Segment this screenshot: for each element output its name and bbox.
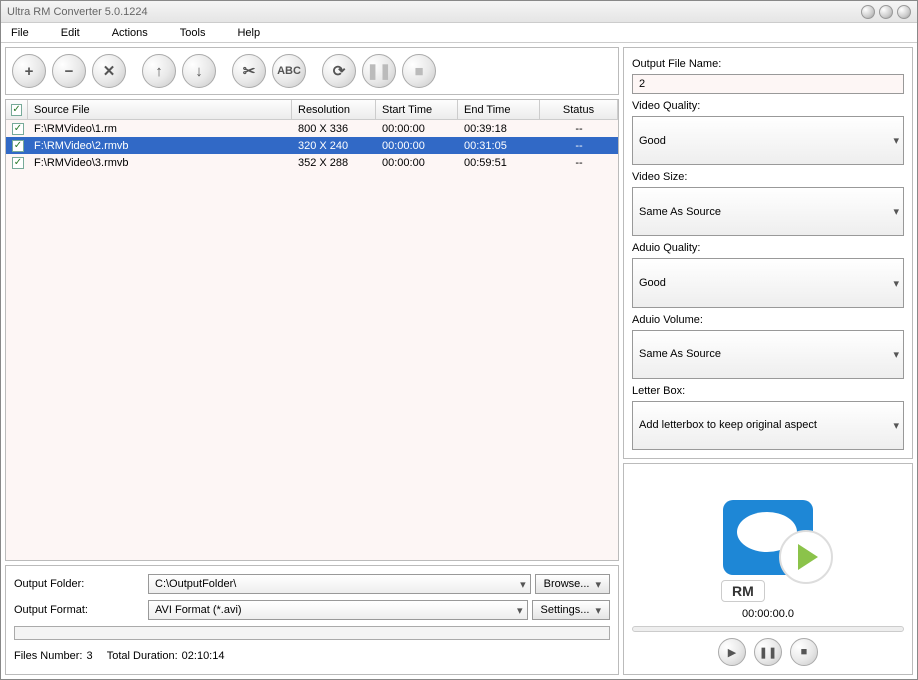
row-checkbox[interactable]: ✓ — [6, 156, 28, 169]
table-row[interactable]: ✓F:\RMVideo\2.rmvb320 X 24000:00:0000:31… — [6, 137, 618, 154]
cell-end: 00:31:05 — [458, 140, 540, 152]
preview-slider[interactable] — [632, 626, 904, 632]
row-checkbox[interactable]: ✓ — [6, 122, 28, 135]
window-title: Ultra RM Converter 5.0.1224 — [7, 6, 857, 18]
settings-form: Output File Name: 2 Video Quality: Good … — [623, 47, 913, 459]
row-checkbox[interactable]: ✓ — [6, 139, 28, 152]
total-duration-value: 02:10:14 — [182, 650, 225, 662]
move-up-button[interactable]: ↑ — [142, 54, 176, 88]
header-resolution[interactable]: Resolution — [292, 100, 376, 119]
cell-status: -- — [540, 123, 618, 135]
output-panel: Output Folder: C:\OutputFolder\ Browse..… — [5, 565, 619, 675]
progress-bar — [14, 626, 610, 640]
output-format-label: Output Format: — [14, 604, 144, 616]
menubar: File Edit Actions Tools Help — [1, 23, 917, 43]
cell-source: F:\RMVideo\3.rmvb — [28, 157, 292, 169]
cell-status: -- — [540, 157, 618, 169]
audio-volume-select[interactable]: Same As Source — [632, 330, 904, 379]
menu-edit[interactable]: Edit — [61, 27, 80, 39]
cell-resolution: 800 X 336 — [292, 123, 376, 135]
cell-source: F:\RMVideo\1.rm — [28, 123, 292, 135]
cell-status: -- — [540, 140, 618, 152]
convert-button[interactable]: ⟳ — [322, 54, 356, 88]
audio-quality-label: Aduio Quality: — [632, 242, 904, 254]
files-number-value: 3 — [86, 650, 92, 662]
menu-actions[interactable]: Actions — [112, 27, 148, 39]
total-duration-label: Total Duration: — [107, 650, 178, 662]
cell-start: 00:00:00 — [376, 140, 458, 152]
header-source[interactable]: Source File — [28, 100, 292, 119]
preview-pause-button[interactable]: ❚❚ — [754, 638, 782, 666]
scissors-icon: ✂ — [243, 62, 256, 80]
header-status[interactable]: Status — [540, 100, 618, 119]
video-quality-label: Video Quality: — [632, 100, 904, 112]
header-end[interactable]: End Time — [458, 100, 540, 119]
cell-end: 00:59:51 — [458, 157, 540, 169]
letter-box-select[interactable]: Add letterbox to keep original aspect — [632, 401, 904, 450]
toolbar: + − ✕ ↑ ↓ ✂ ABC ⟳ — [5, 47, 619, 95]
rm-tag: RM — [721, 580, 765, 602]
cell-end: 00:39:18 — [458, 123, 540, 135]
audio-volume-label: Aduio Volume: — [632, 314, 904, 326]
output-name-label: Output File Name: — [632, 58, 904, 70]
cell-resolution: 352 X 288 — [292, 157, 376, 169]
add-button[interactable]: + — [12, 54, 46, 88]
list-header: ✓ Source File Resolution Start Time End … — [6, 100, 618, 120]
maximize-button[interactable] — [879, 5, 893, 19]
preview-panel: RM 00:00:00.0 ▶ ❚❚ ■ — [623, 463, 913, 675]
menu-help[interactable]: Help — [237, 27, 260, 39]
output-folder-label: Output Folder: — [14, 578, 144, 590]
audio-quality-select[interactable]: Good — [632, 258, 904, 307]
remove-button[interactable]: − — [52, 54, 86, 88]
cell-resolution: 320 X 240 — [292, 140, 376, 152]
files-number-label: Files Number: — [14, 650, 82, 662]
status-bar: Files Number: 3 Total Duration: 02:10:14 — [14, 646, 610, 666]
clear-button[interactable]: ✕ — [92, 54, 126, 88]
output-folder-select[interactable]: C:\OutputFolder\ — [148, 574, 531, 594]
header-checkbox[interactable]: ✓ — [6, 100, 28, 119]
table-row[interactable]: ✓F:\RMVideo\1.rm800 X 33600:00:0000:39:1… — [6, 120, 618, 137]
stop-button[interactable]: ■ — [402, 54, 436, 88]
preview-image: RM — [693, 472, 843, 602]
video-quality-select[interactable]: Good — [632, 116, 904, 165]
video-size-label: Video Size: — [632, 171, 904, 183]
minimize-button[interactable] — [861, 5, 875, 19]
output-format-select[interactable]: AVI Format (*.avi) — [148, 600, 528, 620]
menu-tools[interactable]: Tools — [180, 27, 206, 39]
play-icon — [779, 530, 833, 584]
preview-play-button[interactable]: ▶ — [718, 638, 746, 666]
refresh-icon: ⟳ — [333, 62, 346, 80]
titlebar: Ultra RM Converter 5.0.1224 — [1, 1, 917, 23]
preview-time: 00:00:00.0 — [742, 608, 794, 620]
video-size-select[interactable]: Same As Source — [632, 187, 904, 236]
output-name-input[interactable]: 2 — [632, 74, 904, 94]
cell-source: F:\RMVideo\2.rmvb — [28, 140, 292, 152]
rename-button[interactable]: ABC — [272, 54, 306, 88]
table-row[interactable]: ✓F:\RMVideo\3.rmvb352 X 28800:00:0000:59… — [6, 154, 618, 171]
browse-button[interactable]: Browse... — [535, 574, 610, 594]
cell-start: 00:00:00 — [376, 157, 458, 169]
close-button[interactable] — [897, 5, 911, 19]
header-start[interactable]: Start Time — [376, 100, 458, 119]
letter-box-label: Letter Box: — [632, 385, 904, 397]
menu-file[interactable]: File — [11, 27, 29, 39]
file-list: ✓ Source File Resolution Start Time End … — [5, 99, 619, 561]
pause-button[interactable]: ❚❚ — [362, 54, 396, 88]
cell-start: 00:00:00 — [376, 123, 458, 135]
preview-stop-button[interactable]: ■ — [790, 638, 818, 666]
settings-button[interactable]: Settings... — [532, 600, 610, 620]
move-down-button[interactable]: ↓ — [182, 54, 216, 88]
cut-button[interactable]: ✂ — [232, 54, 266, 88]
